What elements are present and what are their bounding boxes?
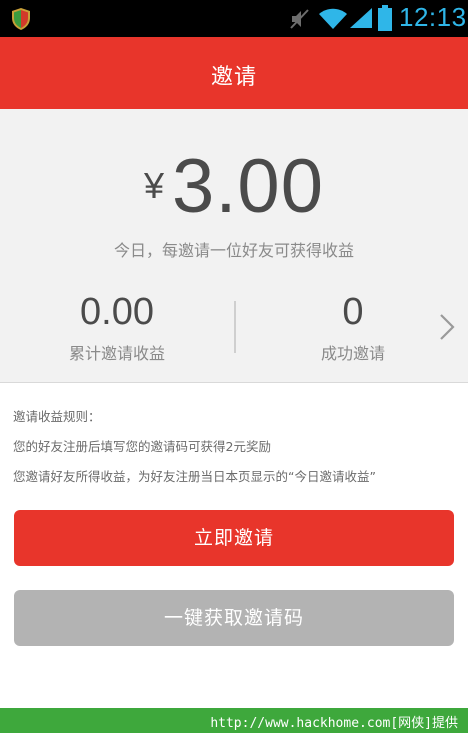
amount-value: 3.00 [172, 144, 324, 229]
invite-now-button[interactable]: 立即邀请 [14, 510, 454, 566]
get-invite-code-button[interactable]: 一键获取邀请码 [14, 590, 454, 646]
status-bar: 12:13 [0, 0, 468, 37]
successful-invites-label: 成功邀请 [320, 344, 385, 363]
signal-icon [350, 8, 372, 28]
invite-rules: 邀请收益规则： 您的好友注册后填写您的邀请码可获得2元奖励 您邀请好友所得收益，… [13, 402, 458, 492]
shield-icon [12, 8, 30, 30]
mute-icon [290, 9, 309, 29]
successful-invites-stat[interactable]: 0 成功邀请 [236, 291, 468, 364]
status-clock: 12:13 [399, 2, 467, 32]
battery-icon [378, 5, 392, 31]
watermark-text: http://www.hackhome.com[网侠]提供 [210, 716, 458, 731]
total-earnings-label: 累计邀请收益 [68, 344, 165, 363]
title-bar: 邀请 [0, 37, 468, 109]
amount-caption: 今日，每邀请一位好友可获得收益 [113, 241, 354, 260]
today-amount: ¥3.00 [0, 143, 468, 230]
successful-invites-value: 0 [342, 291, 364, 333]
rules-line: 您邀请好友所得收益，为好友注册当日本页显示的“今日邀请收益” [13, 469, 376, 484]
total-earnings-value: 0.00 [80, 291, 154, 333]
chevron-right-icon[interactable] [438, 313, 456, 341]
app-screen: 12:13 邀请 ¥3.00 今日，每邀请一位好友可获得收益 0.00 累计邀请… [0, 0, 468, 733]
wifi-icon [319, 8, 347, 29]
rules-line: 您的好友注册后填写您的邀请码可获得2元奖励 [13, 439, 271, 454]
total-earnings-stat: 0.00 累计邀请收益 [0, 291, 234, 364]
earnings-summary: ¥3.00 今日，每邀请一位好友可获得收益 0.00 累计邀请收益 0 成功邀请 [0, 109, 468, 383]
watermark-bar: http://www.hackhome.com[网侠]提供 [0, 708, 468, 733]
rules-title: 邀请收益规则： [13, 409, 101, 424]
currency-symbol: ¥ [144, 165, 165, 206]
page-title: 邀请 [210, 65, 257, 90]
